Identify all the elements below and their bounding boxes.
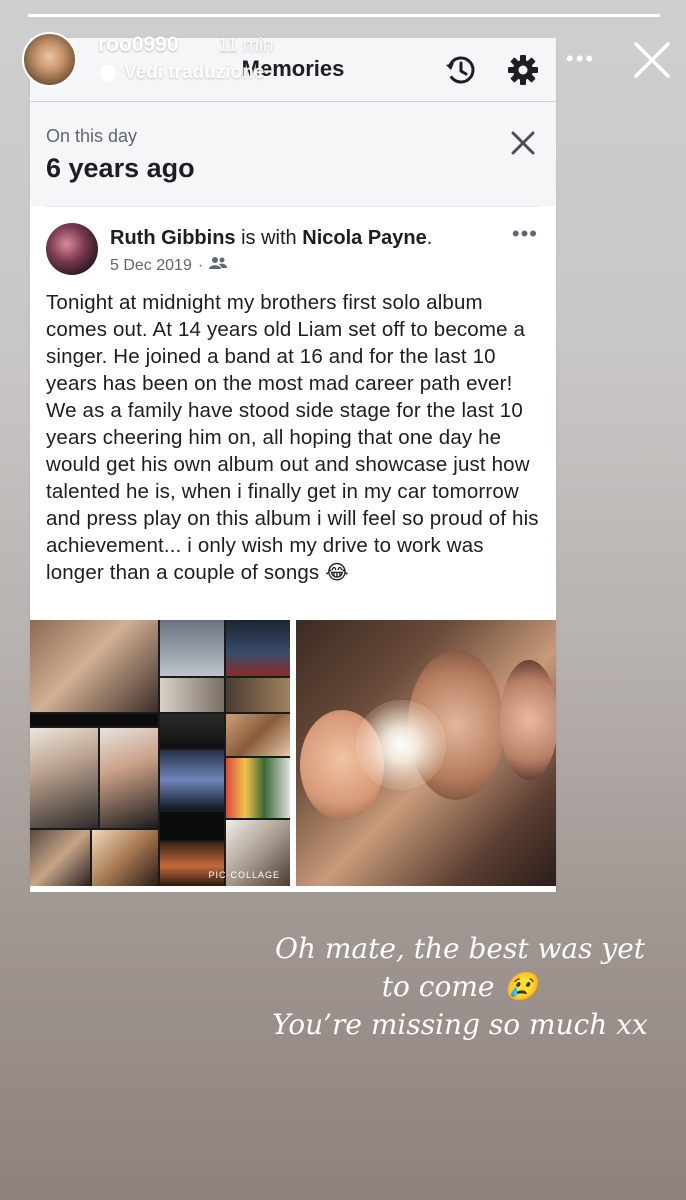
post-author-line: Ruth Gibbins is with Nicola Payne. xyxy=(110,227,540,250)
memory-card: Memories On this day 6 years ago Ruth Gi… xyxy=(30,38,556,892)
collage-watermark: PIC·COLLAGE xyxy=(208,870,280,880)
period: . xyxy=(426,227,433,249)
post-more-options-icon[interactable]: ••• xyxy=(512,221,538,247)
post-meta: Ruth Gibbins is with Nicola Payne. 5 Dec… xyxy=(110,227,540,275)
collage-photo xyxy=(226,758,290,818)
story-more-options-icon[interactable]: ••• xyxy=(566,46,595,72)
collage-photo xyxy=(160,678,224,712)
close-icon[interactable] xyxy=(632,40,672,80)
close-icon[interactable] xyxy=(508,128,538,158)
selfie-face xyxy=(500,660,556,780)
avatar[interactable] xyxy=(22,32,77,87)
collage-photo xyxy=(30,620,158,712)
caption-line: Oh mate, the best was yet xyxy=(274,932,646,965)
memory-post: Ruth Gibbins is with Nicola Payne. 5 Dec… xyxy=(46,206,540,587)
translate-icon xyxy=(100,65,116,81)
post-text: Tonight at midnight my brothers first so… xyxy=(46,289,540,587)
photo-collage[interactable]: PIC·COLLAGE xyxy=(30,620,290,886)
story-progress-bar xyxy=(28,14,660,17)
years-ago-heading: 6 years ago xyxy=(46,153,195,183)
history-icon[interactable] xyxy=(442,52,478,88)
collage-photo xyxy=(160,812,224,840)
story-username[interactable]: roo0990 xyxy=(98,33,179,57)
post-header: Ruth Gibbins is with Nicola Payne. 5 Dec… xyxy=(46,223,540,275)
avatar[interactable] xyxy=(46,223,98,275)
on-this-day-label: On this day xyxy=(46,126,138,146)
post-date[interactable]: 5 Dec 2019 xyxy=(110,257,192,275)
post-photos: PIC·COLLAGE xyxy=(30,620,556,886)
story-progress-fill xyxy=(28,14,660,17)
translate-link[interactable]: Vedi traduzione xyxy=(100,62,264,84)
camera-flash xyxy=(356,700,446,790)
collage-photo xyxy=(226,620,290,676)
collage-photo xyxy=(30,728,98,828)
story-caption: Oh mate, the best was yet to come 😢 You’… xyxy=(270,930,650,1044)
collage-photo xyxy=(226,714,290,756)
selfie-photo[interactable] xyxy=(296,620,556,886)
collage-photo xyxy=(160,620,224,676)
on-this-day-section: On this day 6 years ago xyxy=(30,102,556,206)
post-author-name[interactable]: Ruth Gibbins xyxy=(110,227,236,249)
collage-photo xyxy=(30,830,90,886)
collage-photo xyxy=(160,750,224,810)
tagged-person-name[interactable]: Nicola Payne xyxy=(302,227,427,249)
collage-photo xyxy=(30,714,158,726)
separator-dot: · xyxy=(197,256,204,274)
post-body: Tonight at midnight my brothers first so… xyxy=(46,291,539,584)
translate-label: Vedi traduzione xyxy=(124,62,265,83)
laughing-emoji: 😂 xyxy=(325,562,349,584)
collage-photo xyxy=(226,678,290,712)
with-text: is with xyxy=(241,227,297,249)
post-date-row: 5 Dec 2019 · xyxy=(110,256,540,275)
caption-line: to come 😢 xyxy=(381,970,539,1003)
caption-line: You’re missing so much xx xyxy=(272,1008,648,1041)
friends-audience-icon xyxy=(209,256,228,275)
gear-icon[interactable] xyxy=(505,52,541,88)
collage-photo xyxy=(160,714,224,748)
collage-photo xyxy=(92,830,158,886)
story-time-ago: 11 min xyxy=(218,35,274,56)
collage-photo xyxy=(100,728,158,828)
